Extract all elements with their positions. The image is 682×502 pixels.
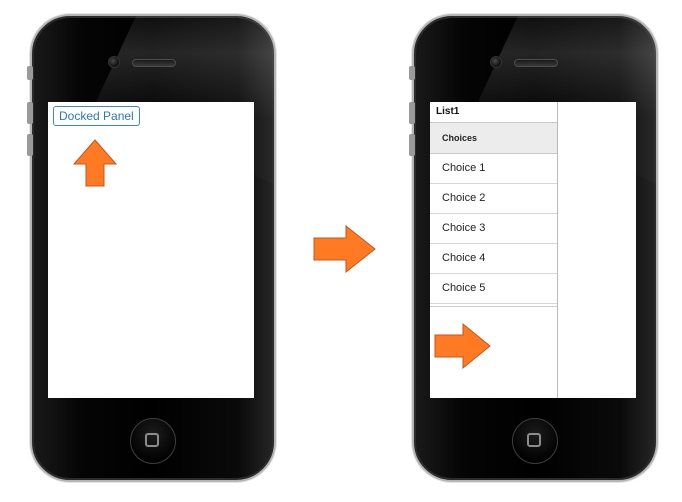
volume-button [409,134,415,156]
home-square-icon [145,433,159,447]
right-arrow-icon [434,322,491,370]
volume-button [409,66,415,80]
list-item[interactable]: Choice 1 [430,154,557,184]
list-item[interactable]: Choice 3 [430,214,557,244]
list-item[interactable]: Choice 2 [430,184,557,214]
up-arrow-icon [72,139,118,187]
docked-panel-button[interactable]: Docked Panel [53,106,140,126]
volume-button [409,102,415,124]
panel-title: List1 [436,106,460,117]
speaker-icon [514,59,558,67]
volume-button [27,66,33,80]
list-item[interactable]: Choice 4 [430,244,557,274]
home-square-icon [527,433,541,447]
speaker-icon [132,59,176,67]
phone-right: List1 Choices Choice 1 Choice 2 Choice 3… [412,14,658,482]
home-button-icon[interactable] [512,418,558,464]
camera-icon [108,56,120,68]
phone-left: Docked Panel [30,14,276,482]
right-arrow-icon [313,224,376,274]
list-end-divider [430,304,557,307]
home-button-icon[interactable] [130,418,176,464]
list-header: Choices [430,122,557,154]
volume-button [27,134,33,156]
volume-button [27,102,33,124]
camera-icon [490,56,502,68]
list-item[interactable]: Choice 5 [430,274,557,304]
